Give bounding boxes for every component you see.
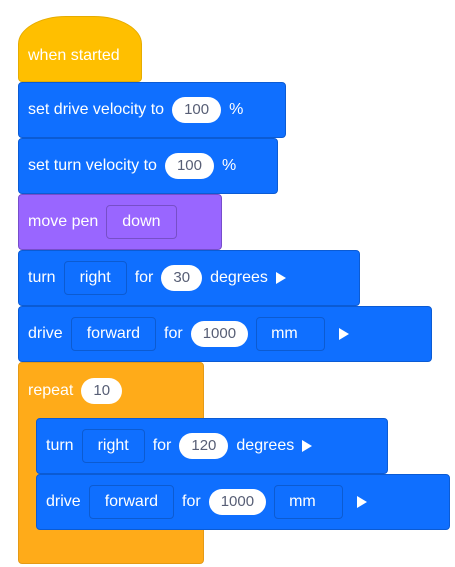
turn-block[interactable]: turn right for 120 degrees [36,418,388,474]
set-drive-velocity-block[interactable]: set drive velocity to 100 % [18,82,286,138]
set-drive-velocity-label: set drive velocity to [28,101,165,118]
drive-block[interactable]: drive forward for 1000 mm [18,306,432,362]
drive-velocity-unit: % [229,101,244,118]
repeat-label: repeat [28,382,74,399]
drive-direction-dropdown[interactable]: forward [88,485,175,519]
play-arrow-icon[interactable] [302,440,313,452]
drive-block[interactable]: drive forward for 1000 mm [36,474,450,530]
set-turn-velocity-block[interactable]: set turn velocity to 100 % [18,138,278,194]
turn-for-label: for [134,269,154,286]
repeat-count-input[interactable]: 10 [81,378,123,404]
drive-for-label: for [164,325,183,342]
drive-for-label: for [182,493,201,510]
turn-degrees-input[interactable]: 30 [161,265,203,291]
pen-position-dropdown[interactable]: down [106,205,177,239]
turn-degrees-input[interactable]: 120 [179,433,229,459]
turn-velocity-input[interactable]: 100 [164,153,214,179]
turn-label: turn [28,269,56,286]
drive-label: drive [46,493,81,510]
play-arrow-icon[interactable] [356,496,367,508]
set-turn-velocity-label: set turn velocity to [28,157,157,174]
drive-label: drive [28,325,63,342]
drive-unit-dropdown[interactable]: mm [274,485,343,519]
turn-block[interactable]: turn right for 30 degrees [18,250,360,306]
turn-unit-label: degrees [236,437,295,454]
turn-velocity-unit: % [221,157,237,174]
when-started-label: when started [28,47,120,64]
turn-direction-dropdown[interactable]: right [63,261,127,295]
turn-unit-label: degrees [210,269,268,286]
drive-unit-dropdown[interactable]: mm [256,317,325,351]
when-started-block[interactable]: when started [18,16,142,82]
play-arrow-icon[interactable] [275,272,286,284]
drive-velocity-input[interactable]: 100 [172,97,222,123]
turn-for-label: for [152,437,172,454]
drive-direction-dropdown[interactable]: forward [70,317,157,351]
drive-distance-input[interactable]: 1000 [208,489,267,515]
play-arrow-icon[interactable] [338,328,349,340]
move-pen-label: move pen [28,213,99,230]
drive-distance-input[interactable]: 1000 [190,321,249,347]
turn-direction-dropdown[interactable]: right [81,429,145,463]
move-pen-block[interactable]: move pen down [18,194,222,250]
turn-label: turn [46,437,74,454]
